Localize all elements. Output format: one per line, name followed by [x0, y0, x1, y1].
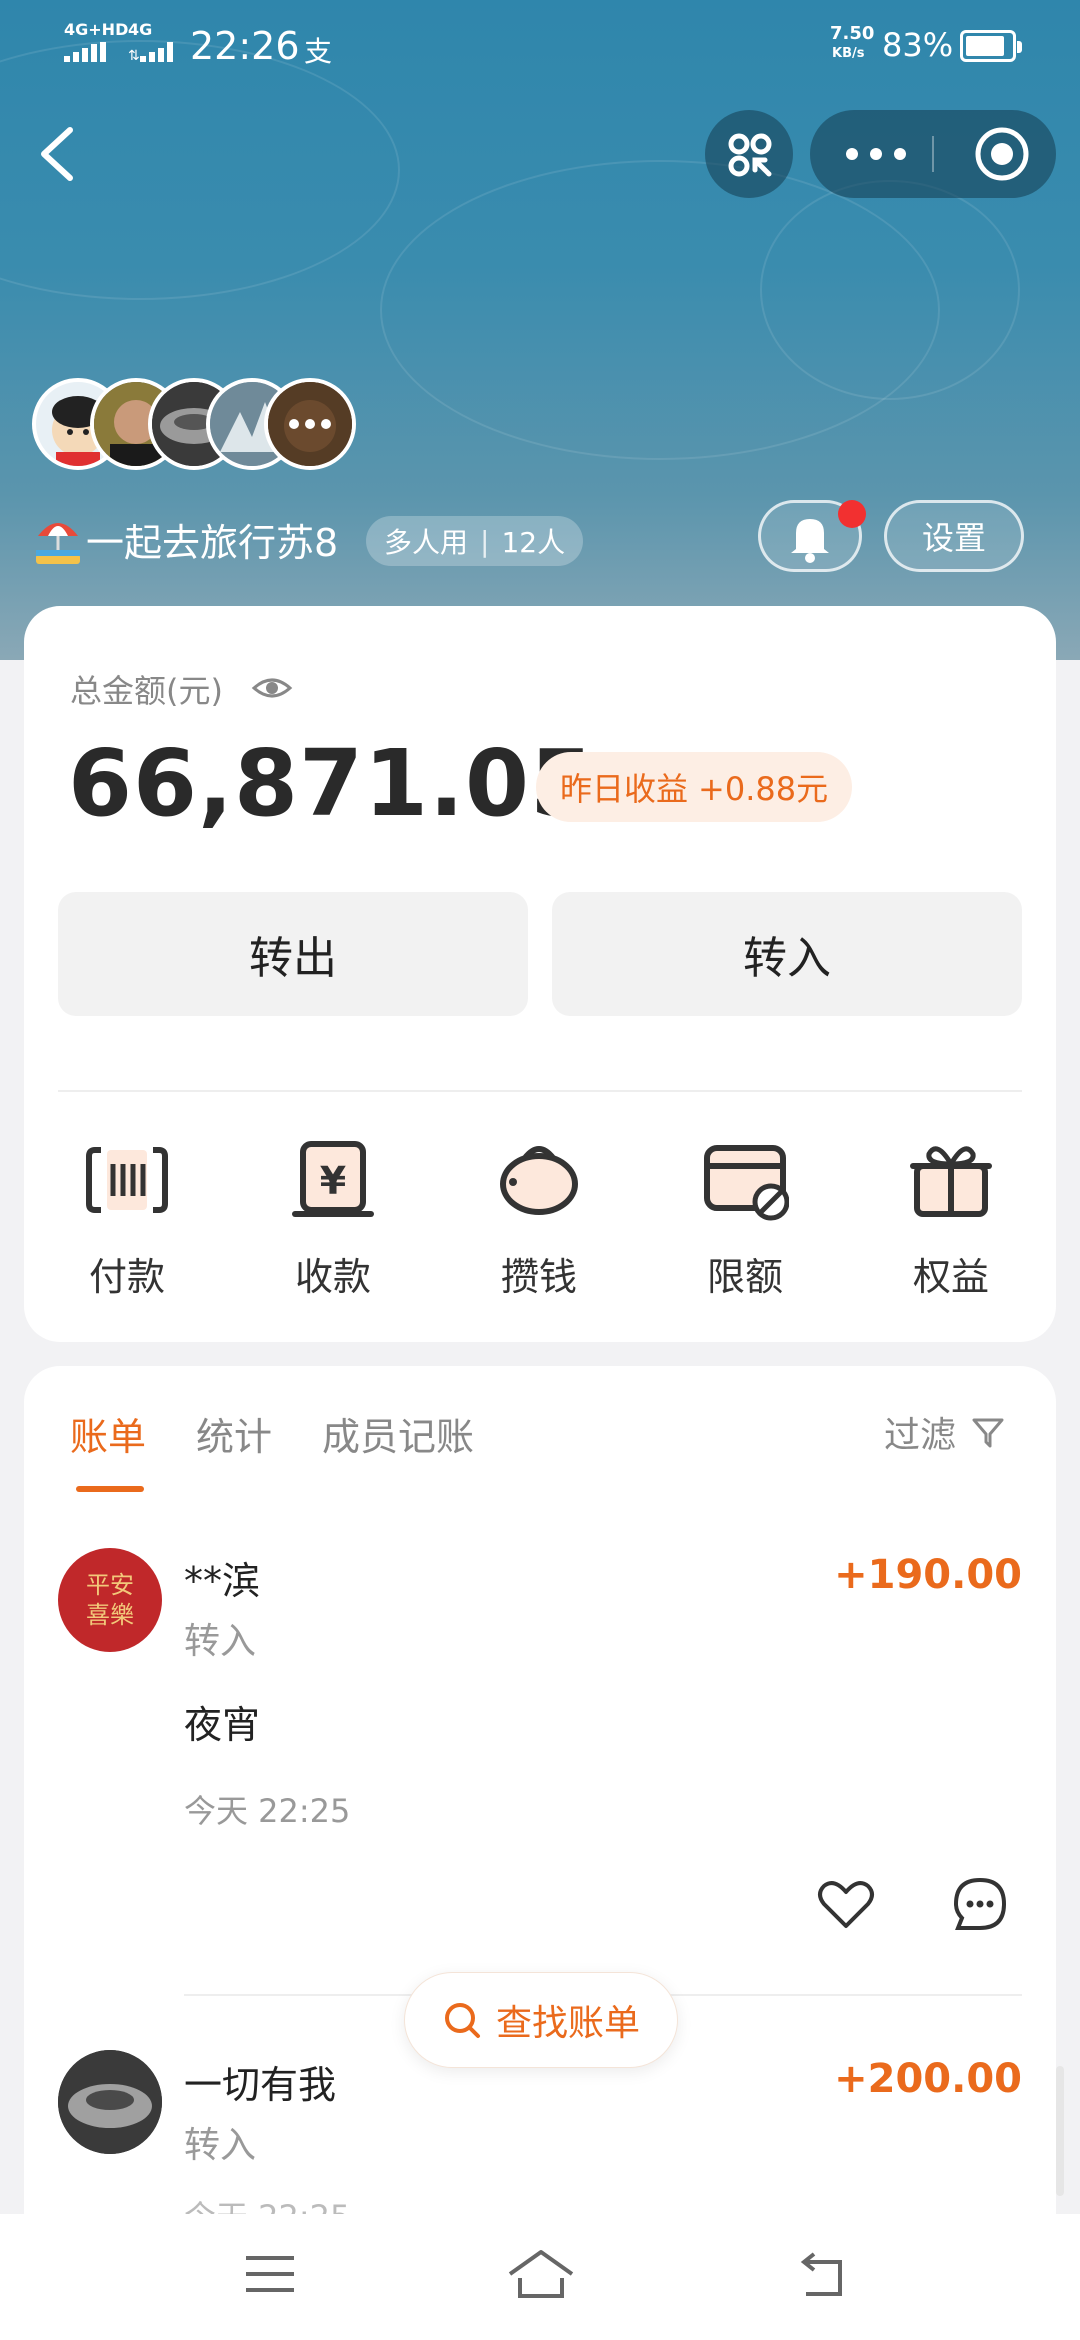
capsule-menu — [810, 110, 1056, 198]
back-button[interactable] — [30, 118, 90, 188]
like-button[interactable] — [816, 1876, 876, 1932]
target-circle-icon — [975, 127, 1029, 181]
transaction-type: 转入 — [184, 1621, 257, 1662]
network-type-1: 4G+HD — [64, 20, 129, 39]
transaction-name: 一切有我 — [184, 2063, 337, 2107]
group-tag: 多人用 | 12人 — [366, 516, 584, 566]
yuan-receipt-icon: ¥ — [292, 1141, 374, 1217]
back-nav-button[interactable] — [792, 2244, 852, 2304]
system-navigation-bar — [0, 2214, 1080, 2340]
transfer-out-button[interactable]: 转出 — [58, 892, 528, 1016]
svg-text:¥: ¥ — [320, 1159, 346, 1203]
battery-percent: 83% — [882, 26, 954, 64]
transaction-amount: +200.00 — [834, 2056, 1022, 2102]
avatar-more — [264, 378, 356, 470]
heart-icon — [818, 1881, 874, 1928]
gift-icon — [910, 1146, 992, 1217]
transaction-avatar: 平安 喜樂 — [58, 1548, 162, 1652]
net-speed-unit: KB/s — [832, 46, 865, 61]
transaction-type: 转入 — [184, 2125, 257, 2166]
eye-icon — [251, 678, 293, 698]
search-icon — [444, 2003, 480, 2038]
transaction-note: 夜宵 — [184, 1703, 261, 1747]
benefits-label: 权益 — [912, 1255, 989, 1299]
group-member-count: 12人 — [501, 526, 566, 559]
more-button[interactable] — [810, 110, 932, 198]
total-amount-label: 总金额(元) — [70, 672, 223, 710]
card-limit-icon — [704, 1145, 790, 1221]
transfer-in-button[interactable]: 转入 — [552, 892, 1022, 1016]
yesterday-earnings-badge[interactable]: 昨日收益 +0.88元 — [536, 752, 853, 822]
menu-button[interactable] — [240, 2244, 300, 2304]
signal-icon-2: ⇅ — [128, 42, 178, 66]
piggy-bank-icon — [500, 1146, 578, 1215]
settings-button[interactable]: 设置 — [884, 500, 1024, 572]
net-speed-value: 7.50 — [830, 23, 875, 44]
divider — [58, 1090, 1022, 1092]
pay-label: 付款 — [88, 1255, 165, 1299]
home-icon — [508, 2250, 574, 2298]
tab-stats[interactable]: 统计 — [196, 1406, 272, 1461]
tab-active-indicator — [76, 1486, 144, 1492]
alipay-status-icon: 支 — [304, 35, 333, 68]
comment-icon — [953, 1877, 1007, 1930]
save-money-button[interactable]: 攒钱 — [459, 1136, 619, 1301]
svg-text:⇅: ⇅ — [128, 48, 140, 62]
barcode-icon — [86, 1147, 168, 1213]
chevron-left-icon — [41, 127, 73, 181]
clock: 22:26 — [190, 24, 300, 68]
home-button[interactable] — [506, 2242, 576, 2306]
return-icon — [800, 2252, 842, 2296]
transaction-amount: +190.00 — [834, 1552, 1022, 1598]
earnings-value: +0.88元 — [698, 770, 829, 808]
network-type-2: 4G — [128, 20, 153, 39]
transaction-name: **滨 — [184, 1559, 261, 1603]
bills-card — [24, 1366, 1056, 2266]
apps-arrow-icon — [728, 133, 772, 177]
transaction-avatar — [58, 2050, 162, 2154]
total-amount: 66,871.05 — [68, 730, 595, 837]
more-dots-icon — [846, 148, 906, 160]
filter-label: 过滤 — [884, 1415, 957, 1456]
filter-button[interactable]: 过滤 — [884, 1406, 1006, 1458]
group-name: 一起去旅行苏8 — [86, 521, 339, 565]
limit-label: 限额 — [706, 1255, 783, 1299]
receive-button[interactable]: ¥ 收款 — [253, 1136, 413, 1301]
save-money-label: 攒钱 — [500, 1255, 577, 1299]
limit-button[interactable]: 限额 — [665, 1136, 825, 1301]
earnings-label: 昨日收益 — [560, 770, 689, 808]
receive-label: 收款 — [294, 1255, 371, 1299]
filter-icon — [972, 1418, 1004, 1448]
battery-icon — [960, 30, 1022, 62]
notification-badge — [838, 500, 866, 528]
tab-bills[interactable]: 账单 — [70, 1406, 146, 1461]
eye-toggle-button[interactable] — [250, 668, 294, 708]
transaction-time: 今天 22:25 — [184, 2192, 350, 2216]
search-bills-label: 查找账单 — [495, 2003, 640, 2044]
scrollbar[interactable] — [1056, 2066, 1064, 2196]
status-bar: 4G+HD 4G ⇅ 22:26 支 7.50 KB/s 83% — [0, 18, 1080, 78]
menu-icon — [246, 2256, 294, 2292]
signal-icon — [64, 42, 112, 66]
tab-member-bookkeeping[interactable]: 成员记账 — [322, 1406, 474, 1461]
close-miniprogram-button[interactable] — [934, 110, 1056, 198]
transaction-time: 今天 22:25 — [184, 1792, 351, 1830]
shortcut-button[interactable] — [705, 110, 793, 198]
beach-umbrella-icon — [34, 510, 82, 566]
comment-button[interactable] — [950, 1874, 1010, 1934]
pay-button[interactable]: 付款 — [47, 1136, 207, 1301]
search-bills-button[interactable]: 查找账单 — [404, 1972, 678, 2068]
benefits-button[interactable]: 权益 — [871, 1136, 1031, 1301]
group-mode: 多人用 — [384, 526, 469, 559]
